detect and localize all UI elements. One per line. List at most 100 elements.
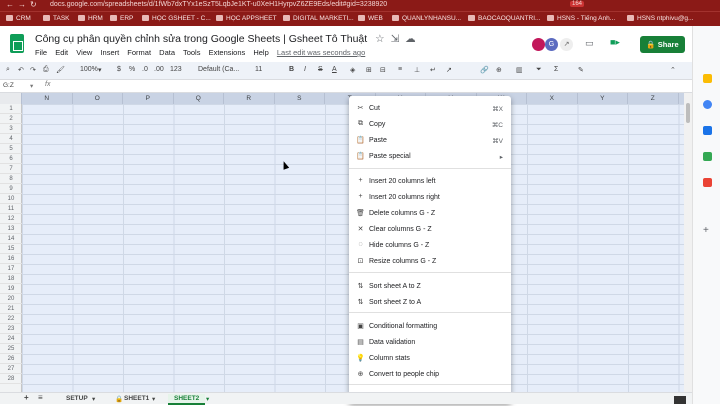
row-header[interactable]: 13 — [0, 224, 22, 234]
row-header[interactable]: 25 — [0, 344, 22, 354]
menu-format[interactable]: Format — [127, 48, 151, 57]
tasks-icon[interactable] — [703, 100, 712, 109]
percent-button[interactable]: % — [129, 66, 135, 73]
row-header[interactable]: 7 — [0, 164, 22, 174]
column-header[interactable]: X — [527, 93, 578, 104]
currency-button[interactable]: $ — [117, 66, 121, 73]
context-menu-item[interactable]: ⊕ Convert to people chip — [349, 368, 511, 382]
tab-setup[interactable]: SETUP — [66, 395, 88, 402]
italic-button[interactable]: I — [304, 66, 306, 73]
valign-icon[interactable]: ⊥ — [414, 66, 420, 74]
keep-icon[interactable] — [703, 74, 712, 83]
menu-view[interactable]: View — [76, 48, 92, 57]
bookmark-item[interactable]: HSNS - Tiếng Anh... — [547, 15, 615, 22]
zoom-select[interactable]: 100% — [80, 66, 98, 73]
maps-icon[interactable] — [703, 152, 712, 161]
halign-icon[interactable]: ≡ — [398, 66, 402, 73]
row-header[interactable]: 14 — [0, 234, 22, 244]
cloud-status-icon[interactable]: ☁ — [405, 33, 416, 45]
increase-decimal-button[interactable]: .00 — [154, 66, 164, 73]
borders-icon[interactable]: ⊞ — [366, 66, 372, 74]
row-header[interactable]: 11 — [0, 204, 22, 214]
chevron-down-icon[interactable]: ▾ — [152, 395, 155, 403]
filter-icon[interactable]: ⏷ — [536, 66, 542, 74]
row-header[interactable]: 20 — [0, 294, 22, 304]
search-menus-icon[interactable]: ⌕ — [6, 66, 10, 74]
share-button[interactable]: 🔒 Share — [640, 36, 685, 53]
context-menu-item[interactable]: + Insert 20 columns right — [349, 191, 511, 205]
bold-button[interactable]: B — [289, 66, 294, 73]
bookmark-item[interactable]: DIGITAL MARKETI... — [283, 15, 354, 22]
fill-color-icon[interactable]: ◈ — [350, 66, 355, 74]
menu-edit[interactable]: Edit — [55, 48, 68, 57]
row-header[interactable]: 12 — [0, 214, 22, 224]
document-title-text[interactable]: Công cụ phân quyền chỉnh sửa trong Googl… — [35, 33, 367, 45]
add-ons-icon[interactable]: + — [703, 226, 712, 236]
bookmark-item[interactable]: ERP — [110, 15, 133, 22]
collaborator-avatar[interactable]: G — [545, 38, 558, 51]
context-menu-item[interactable]: 🗑 Delete columns G - Z — [349, 207, 511, 221]
tab-sheet1[interactable]: SHEET1 — [124, 395, 149, 402]
functions-icon[interactable]: Σ — [554, 66, 558, 73]
collapse-toolbar-icon[interactable]: ⌃ — [670, 66, 676, 74]
row-header[interactable]: 23 — [0, 324, 22, 334]
reload-icon[interactable]: ↻ — [30, 0, 37, 9]
add-sheet-button[interactable]: + — [24, 393, 29, 402]
menu-data[interactable]: Data — [159, 48, 175, 57]
context-menu-item[interactable]: 💡 Column stats — [349, 352, 511, 366]
row-header[interactable]: 8 — [0, 174, 22, 184]
row-header[interactable]: 22 — [0, 314, 22, 324]
row-header[interactable]: 6 — [0, 154, 22, 164]
extension-badge[interactable]: 164 — [570, 1, 585, 7]
font-select[interactable]: Default (Ca... — [198, 66, 239, 73]
context-menu-item[interactable]: ✕ Clear columns G - Z — [349, 223, 511, 237]
row-header[interactable]: 28 — [0, 374, 22, 384]
context-menu-item[interactable]: ◌ Hide columns G - Z — [349, 239, 511, 253]
context-menu-item[interactable]: ⧉ Copy ⌘C — [349, 118, 511, 132]
comment-icon[interactable]: ⊕ — [496, 66, 502, 74]
activity-icon[interactable]: ↗ — [560, 38, 573, 51]
bookmark-item[interactable]: HRM — [78, 15, 103, 22]
context-menu-item[interactable]: ▤ Data validation — [349, 336, 511, 350]
rotate-icon[interactable]: ↗ — [446, 66, 452, 74]
column-header[interactable]: N — [22, 93, 73, 104]
column-header[interactable]: R — [224, 93, 275, 104]
row-header[interactable]: 1 — [0, 104, 22, 114]
strikethrough-button[interactable]: S — [318, 66, 323, 73]
context-menu-item[interactable]: ⊡ Resize columns G - Z — [349, 255, 511, 269]
document-title[interactable]: Công cụ phân quyền chỉnh sửa trong Googl… — [35, 33, 416, 45]
bookmark-item[interactable]: HSNS ntphivu@g... — [627, 15, 693, 22]
bookmark-item[interactable]: HỌC GSHEET - C... — [142, 15, 211, 22]
calendar-icon[interactable] — [703, 178, 712, 187]
row-header[interactable]: 26 — [0, 354, 22, 364]
row-header[interactable]: 3 — [0, 124, 22, 134]
row-header[interactable]: 16 — [0, 254, 22, 264]
collaborator-avatar[interactable] — [532, 38, 545, 51]
bookmark-item[interactable]: CRM — [6, 15, 31, 22]
select-all-corner[interactable] — [0, 93, 22, 104]
row-header[interactable]: 10 — [0, 194, 22, 204]
context-menu-item[interactable]: ▣ Conditional formatting — [349, 320, 511, 334]
address-bar[interactable]: docs.google.com/spreadsheets/d/1fWb7dxTY… — [50, 1, 387, 8]
column-header[interactable]: Y — [578, 93, 628, 104]
column-header[interactable]: S — [275, 93, 325, 104]
row-header[interactable]: 19 — [0, 284, 22, 294]
row-header[interactable]: 4 — [0, 134, 22, 144]
context-menu-item[interactable]: ✂ Cut ⌘X — [349, 102, 511, 116]
bookmark-item[interactable]: TASK — [43, 15, 70, 22]
move-folder-icon[interactable]: ⇲ — [390, 33, 399, 45]
row-header[interactable]: 9 — [0, 184, 22, 194]
menu-file[interactable]: File — [35, 48, 47, 57]
name-box[interactable]: G:Z — [3, 82, 14, 89]
row-header[interactable]: 21 — [0, 304, 22, 314]
menu-insert[interactable]: Insert — [100, 48, 119, 57]
star-icon[interactable]: ☆ — [375, 33, 384, 45]
contacts-icon[interactable] — [703, 126, 712, 135]
chevron-down-icon[interactable]: ▾ — [92, 395, 95, 403]
context-menu-item[interactable]: + Insert 20 columns left — [349, 175, 511, 189]
row-header[interactable]: 5 — [0, 144, 22, 154]
tab-sheet2[interactable]: SHEET2 — [168, 394, 206, 405]
vertical-scrollbar[interactable] — [684, 93, 692, 392]
meet-icon[interactable]: ■▸ — [610, 37, 620, 48]
decrease-decimal-button[interactable]: .0 — [142, 66, 148, 73]
